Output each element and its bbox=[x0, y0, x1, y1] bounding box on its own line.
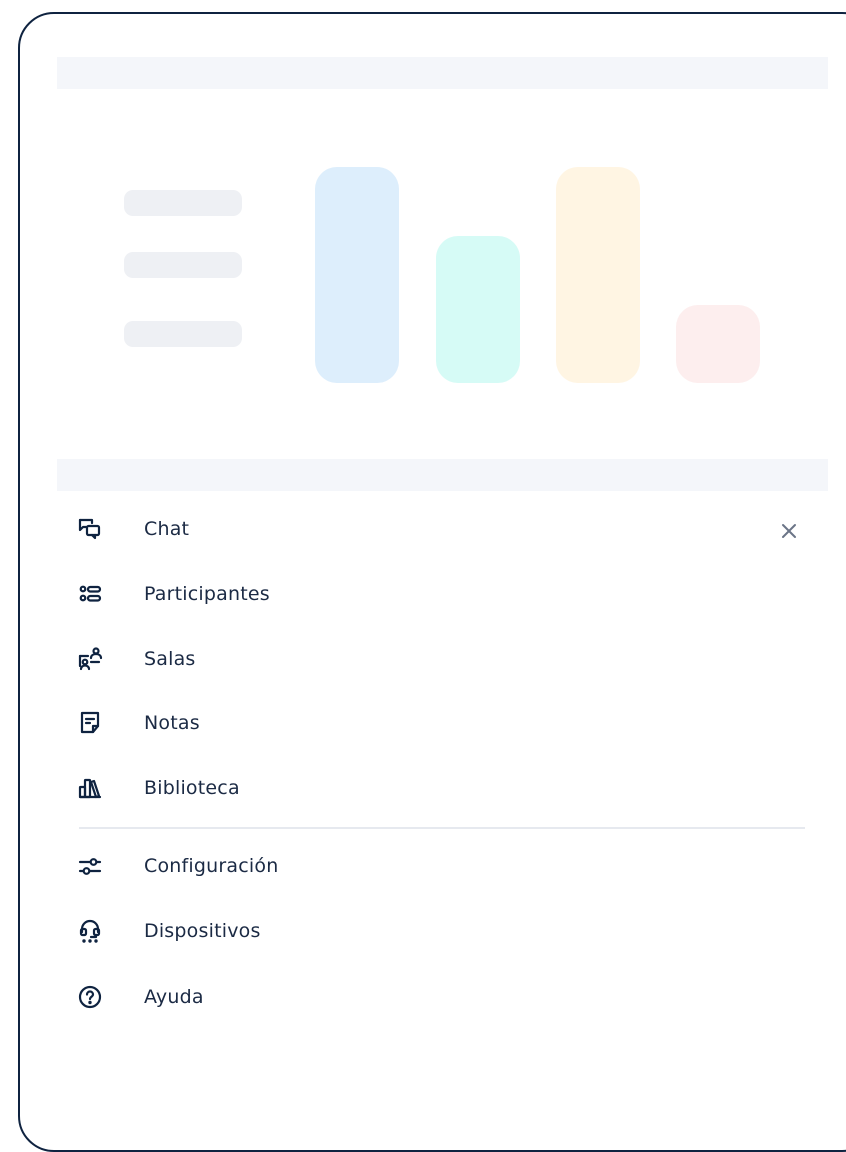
close-button[interactable] bbox=[774, 516, 804, 546]
menu-item-label: Ayuda bbox=[144, 986, 204, 1008]
menu-item-label: Chat bbox=[144, 518, 190, 540]
menu-item-participants[interactable]: Participantes bbox=[70, 572, 810, 616]
breakout-rooms-icon bbox=[70, 639, 110, 679]
help-icon bbox=[70, 977, 110, 1017]
preview-bar-blue bbox=[315, 167, 399, 383]
preview-bar-teal bbox=[436, 236, 520, 383]
menu-item-label: Biblioteca bbox=[144, 777, 240, 799]
menu-divider bbox=[79, 827, 805, 829]
settings-sliders-icon bbox=[70, 846, 110, 886]
skeleton-line bbox=[124, 321, 242, 347]
menu-item-notes[interactable]: Notas bbox=[70, 701, 810, 745]
menu-item-label: Configuración bbox=[144, 855, 279, 877]
close-icon bbox=[782, 524, 796, 538]
participants-list-icon bbox=[70, 574, 110, 614]
devices-headset-icon bbox=[70, 911, 110, 951]
menu-item-chat[interactable]: Chat bbox=[70, 507, 810, 551]
menu-item-library[interactable]: Biblioteca bbox=[70, 766, 810, 810]
menu-item-devices[interactable]: Dispositivos bbox=[70, 909, 810, 953]
library-icon bbox=[70, 768, 110, 808]
menu-item-label: Participantes bbox=[144, 583, 270, 605]
menu-item-help[interactable]: Ayuda bbox=[70, 975, 810, 1019]
skeleton-line bbox=[124, 252, 242, 278]
preview-bar-yellow bbox=[556, 167, 640, 383]
menu-item-label: Dispositivos bbox=[144, 920, 261, 942]
skeleton-line bbox=[124, 190, 242, 216]
chat-icon bbox=[70, 509, 110, 549]
menu-item-settings[interactable]: Configuración bbox=[70, 844, 810, 888]
notes-icon bbox=[70, 703, 110, 743]
menu-item-label: Salas bbox=[144, 648, 196, 670]
preview-bar-pink bbox=[676, 305, 760, 383]
preview-top-strip bbox=[57, 57, 828, 89]
menu-item-rooms[interactable]: Salas bbox=[70, 637, 810, 681]
menu-item-label: Notas bbox=[144, 712, 200, 734]
preview-bottom-strip bbox=[57, 459, 828, 491]
